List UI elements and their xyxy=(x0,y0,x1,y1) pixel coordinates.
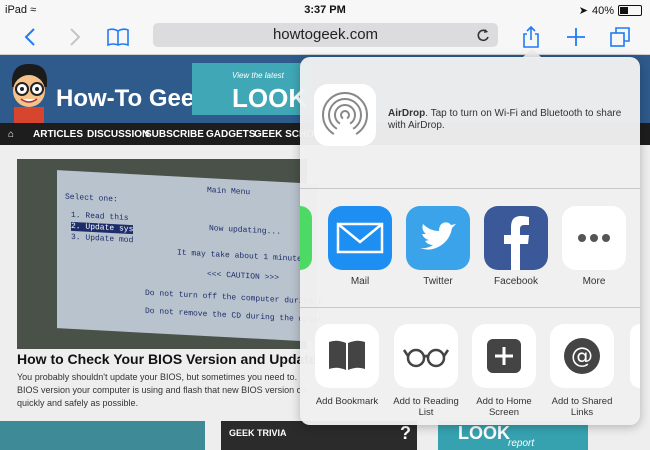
screen-line: Do not turn off the computer during t xyxy=(145,288,323,308)
clock: 3:37 PM xyxy=(304,4,346,16)
location-icon: ➤ xyxy=(578,5,588,17)
home-icon[interactable]: ⌂ xyxy=(8,129,14,140)
more-actions-peek[interactable] xyxy=(630,324,640,388)
plus-square-icon xyxy=(487,339,521,373)
screen-line: Select one: xyxy=(65,192,118,205)
share-sheet: AirDrop. Tap to turn on Wi-Fi and Blueto… xyxy=(300,57,640,425)
reading-glasses-icon xyxy=(402,348,450,368)
bookmarks-icon[interactable] xyxy=(105,24,131,50)
divider xyxy=(300,307,640,308)
share-icon[interactable] xyxy=(518,24,544,50)
twitter-app-button[interactable] xyxy=(406,206,470,270)
chevron-left-icon[interactable] xyxy=(17,24,43,50)
promo-title: LOOK xyxy=(458,423,510,443)
promo-subtitle: report xyxy=(508,438,535,449)
more-dots-icon xyxy=(578,234,610,242)
screen-line: Main Menu xyxy=(207,186,251,198)
battery-percent: 40% xyxy=(591,4,614,17)
add-bookmark-button[interactable] xyxy=(315,324,379,388)
more-label: More xyxy=(582,276,606,287)
status-bar: iPad ≈ 3:37 PM ➤ 40% xyxy=(0,0,650,20)
menu-item-articles[interactable]: ARTICLES xyxy=(33,129,83,140)
facebook-label: Facebook xyxy=(494,276,538,287)
screen-line: 3. Update mod xyxy=(71,232,134,246)
geek-trivia-box[interactable]: GEEK TRIVIA ? xyxy=(221,421,417,450)
article-excerpt: You probably shouldn't update your BIOS,… xyxy=(17,372,307,408)
banner-tagline: View the latest xyxy=(232,71,284,80)
mail-label: Mail xyxy=(350,276,370,287)
airdrop-description: AirDrop. Tap to turn on Wi-Fi and Blueto… xyxy=(388,108,628,132)
address-bar[interactable]: howtogeek.com xyxy=(153,23,498,47)
add-to-reading-list-button[interactable] xyxy=(394,324,458,388)
url-text: howtogeek.com xyxy=(272,26,379,43)
twitter-bird-icon xyxy=(420,222,456,250)
status-right: ➤ 40% xyxy=(579,4,642,17)
menu-item-subscribe[interactable]: SUBSCRIBE xyxy=(145,129,204,140)
article-image[interactable]: Main Menu Select one: 1. Read this 2. Up… xyxy=(17,159,323,349)
promo-thumbnail[interactable]: LOOK report xyxy=(438,421,588,450)
svg-text:@: @ xyxy=(571,344,593,369)
plus-icon[interactable] xyxy=(563,24,589,50)
screen-line: Do not remove the CD during the updat xyxy=(145,306,323,326)
article-title[interactable]: How to Check Your BIOS Version and Updat… xyxy=(17,351,329,367)
geek-mascot-icon xyxy=(12,63,47,123)
facebook-app-button[interactable] xyxy=(484,206,548,270)
mail-app-button[interactable] xyxy=(328,206,392,270)
messages-icon[interactable] xyxy=(300,206,312,270)
tabs-icon[interactable] xyxy=(607,24,633,50)
trivia-label: GEEK TRIVIA xyxy=(229,428,287,438)
screen-line: Now updating... xyxy=(209,224,282,237)
screen-line: 2. Update sys xyxy=(71,221,134,235)
question-mark-icon: ? xyxy=(400,423,411,443)
book-icon xyxy=(329,340,365,370)
menu-item-gadgets[interactable]: GADGETS xyxy=(206,129,255,140)
browser-toolbar: howtogeek.com xyxy=(0,20,650,55)
add-to-reading-list-label: Add to Reading List xyxy=(393,396,459,418)
battery-fill xyxy=(620,7,628,14)
add-to-home-screen-button[interactable] xyxy=(472,324,536,388)
airdrop-title: AirDrop xyxy=(388,108,426,119)
twitter-label: Twitter xyxy=(423,276,453,287)
screen-line: 1. Read this xyxy=(71,210,129,223)
site-logo[interactable]: How-To Geek xyxy=(56,85,208,113)
divider xyxy=(300,188,640,189)
chevron-right-icon[interactable] xyxy=(62,24,88,50)
menu-item-discussion[interactable]: DISCUSSION xyxy=(87,129,149,140)
add-bookmark-label: Add Bookmark xyxy=(315,396,379,407)
facebook-icon xyxy=(504,216,529,270)
screen-line: <<< CAUTION >>> xyxy=(207,270,280,283)
screen-line: It may take about 1 minute. xyxy=(177,248,307,265)
banner-title: LOOK xyxy=(232,83,308,113)
battery-icon xyxy=(618,5,642,16)
add-to-shared-links-label: Add to Shared Links xyxy=(551,396,613,418)
bios-screen-image: Main Menu Select one: 1. Read this 2. Up… xyxy=(57,170,323,342)
article-thumbnail[interactable] xyxy=(0,421,205,450)
more-apps-button[interactable] xyxy=(562,206,626,270)
ad-banner[interactable]: View the latest LOOK xyxy=(192,63,312,115)
add-to-home-screen-label: Add to Home Screen xyxy=(476,396,532,418)
mail-icon xyxy=(336,222,384,254)
reload-icon[interactable] xyxy=(476,27,490,48)
add-to-shared-links-button[interactable]: @ xyxy=(550,324,614,388)
at-sign-icon: @ xyxy=(564,338,600,374)
airdrop-icon[interactable] xyxy=(314,84,376,146)
